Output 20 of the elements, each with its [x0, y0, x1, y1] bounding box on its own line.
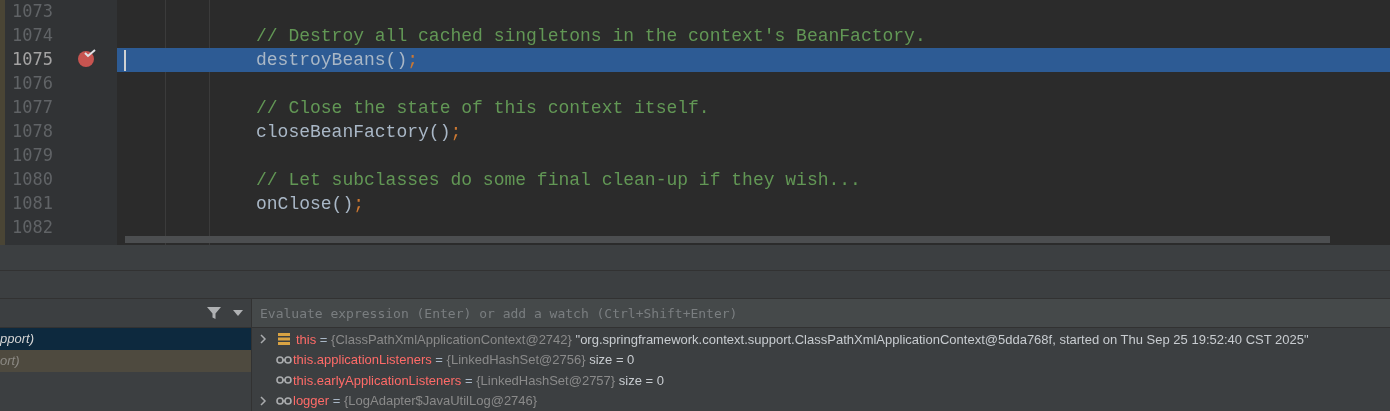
code-comment: // Close the state of this context itself.	[256, 96, 710, 120]
line-number: 1075	[11, 48, 54, 72]
caret-icon[interactable]	[233, 310, 243, 316]
frame-item[interactable]: pport)	[0, 328, 251, 350]
field-icon	[278, 333, 290, 346]
code-comment: // Let subclasses do some final clean-up if they wish...	[256, 168, 861, 192]
glasses-icon	[276, 355, 292, 364]
code-comment: // Destroy all cached singletons in the context's BeanFactory.	[256, 24, 926, 48]
breakpoint-icon[interactable]	[78, 49, 97, 67]
filter-icon[interactable]	[207, 306, 221, 320]
code-line: destroyBeans();	[256, 48, 419, 72]
scrollbar[interactable]	[125, 236, 1330, 243]
variable-entry[interactable]: logger = {LogAdapter$JavaUtilLog@2746}	[293, 391, 538, 411]
glasses-icon	[276, 396, 292, 405]
code-line: onClose();	[256, 192, 365, 216]
variable-entry[interactable]: this = {ClassPathXmlApplicationContext@2742} "org.springframework.context.support.ClassPathXmlApplicationContext@5dda768f, started on Thu Sep 25 19:52:40 CST 2025"	[296, 329, 1309, 349]
variable-entry[interactable]: this.earlyApplicationListeners = {LinkedHashSet@2757} size = 0	[293, 370, 664, 390]
glasses-icon	[276, 376, 292, 385]
variable-entry[interactable]: this.applicationListeners = {LinkedHashSet@2756} size = 0	[293, 350, 635, 370]
code-line: closeBeanFactory();	[256, 120, 462, 144]
